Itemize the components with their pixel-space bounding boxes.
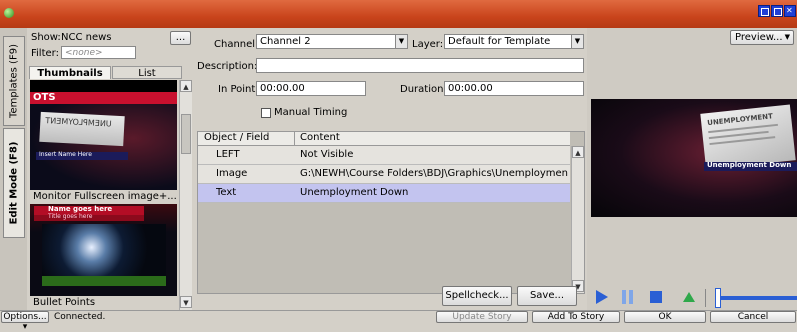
save-button[interactable]: Save... xyxy=(517,286,577,306)
tab-thumbnails[interactable]: Thumbnails xyxy=(29,66,111,79)
channel-select[interactable]: Channel 2 ▼ xyxy=(256,34,408,49)
filter-label: Filter: xyxy=(31,48,59,59)
grid-header-field: Object / Field xyxy=(204,132,270,143)
preview-button[interactable]: Preview... ▼ xyxy=(730,30,794,45)
channel-select-value: Channel 2 xyxy=(260,36,311,47)
tab-list[interactable]: List xyxy=(112,66,182,79)
tab-edit-mode[interactable]: Edit Mode (F8) xyxy=(3,128,25,238)
tab-edit-mode-label: Edit Mode (F8) xyxy=(8,141,20,225)
thumbnail-ots[interactable]: UNEMPLOYMENT Insert Name Here xyxy=(30,104,177,190)
row-field: Text xyxy=(216,187,237,198)
preview-paper: UNEMPLOYMENT xyxy=(700,104,796,170)
ok-button[interactable]: OK xyxy=(624,311,706,323)
grid-header: Object / Field Content xyxy=(198,132,570,146)
pause-icon[interactable] xyxy=(621,290,635,304)
cancel-button[interactable]: Cancel xyxy=(710,311,796,323)
title-bar xyxy=(0,0,797,28)
table-row[interactable]: LEFT Not Visible xyxy=(198,146,570,165)
layer-select-value: Default for Template xyxy=(448,36,551,47)
thumbnail-scrollbar[interactable]: ▲ ▼ xyxy=(179,80,192,310)
show-value: NCC news xyxy=(61,32,112,43)
view-tabs: Thumbnails List xyxy=(29,66,183,79)
table-row[interactable]: Image G:\NEWH\Course Folders\BDJ\Graphic… xyxy=(198,165,570,184)
thumb-monitor-earth-image xyxy=(42,224,166,286)
row-content: Unemployment Down xyxy=(300,187,409,198)
duration-input[interactable]: 00:00.00 xyxy=(444,81,584,96)
scroll-up-arrow-icon[interactable]: ▲ xyxy=(180,80,192,92)
options-button-label: Options... xyxy=(3,312,47,322)
thumbnail-list: OTS UNEMPLOYMENT Insert Name Here Monito… xyxy=(30,80,177,310)
thumb-monitor-caption: Monitor Fullscreen image+... xyxy=(33,191,177,202)
tab-templates[interactable]: Templates (F9) xyxy=(3,36,25,126)
show-label: Show: xyxy=(31,32,61,43)
take-icon[interactable] xyxy=(683,292,697,306)
thumb-ots-header: OTS xyxy=(30,92,177,104)
layer-select[interactable]: Default for Template ▼ xyxy=(444,34,584,49)
description-label: Description: xyxy=(197,61,258,72)
preview-image: UNEMPLOYMENT Unemployment Down xyxy=(591,99,797,217)
row-content: G:\NEWH\Course Folders\BDJ\Graphics\Unem… xyxy=(300,168,568,179)
add-to-story-button[interactable]: Add To Story xyxy=(532,311,620,323)
fields-grid: Object / Field Content LEFT Not Visible … xyxy=(197,131,585,294)
scroll-down-arrow-icon[interactable]: ▼ xyxy=(180,296,192,308)
spellcheck-button[interactable]: Spellcheck... xyxy=(442,286,512,306)
layer-label: Layer: xyxy=(412,39,444,50)
thumb-ots-label: OTS xyxy=(33,92,56,103)
duration-label: Duration: xyxy=(400,84,447,95)
tab-templates-label: Templates (F9) xyxy=(8,44,20,118)
row-content: Not Visible xyxy=(300,149,354,160)
side-tab-strip: Templates (F9) Edit Mode (F8) xyxy=(0,28,27,310)
timeline-slider-thumb[interactable] xyxy=(715,288,721,308)
stop-icon[interactable] xyxy=(649,290,663,304)
grid-header-content: Content xyxy=(300,132,340,143)
channel-dropdown-arrow-icon[interactable]: ▼ xyxy=(395,35,407,48)
thumb-ots-mirrored-title: UNEMPLOYMENT xyxy=(45,116,112,129)
options-button[interactable]: Options... ▾ xyxy=(1,311,49,332)
channel-label: Channel: xyxy=(214,39,259,50)
description-input[interactable] xyxy=(256,58,584,73)
preview-panel: Preview... ▼ UNEMPLOYMENT Unemployment D… xyxy=(587,28,797,310)
thumb-bullet-caption: Bullet Points xyxy=(33,297,96,308)
template-browser: Show: NCC news ... Filter: <none> Thumbn… xyxy=(27,28,194,310)
row-field: LEFT xyxy=(216,149,240,160)
layer-dropdown-arrow-icon[interactable]: ▼ xyxy=(571,35,583,48)
show-browse-button[interactable]: ... xyxy=(170,31,191,45)
app-icon xyxy=(4,8,14,18)
preview-button-label: Preview... xyxy=(735,32,783,43)
grid-scrollbar[interactable]: ▲ ▼ xyxy=(571,146,584,293)
inpoint-input[interactable]: 00:00.00 xyxy=(256,81,366,96)
thumb-monitor-subtitle-bar: Title goes here xyxy=(34,213,144,221)
thumb-caption-row: Monitor Fullscreen image+... xyxy=(30,190,177,204)
close-button[interactable] xyxy=(784,5,796,17)
edit-form: Channel: Channel 2 ▼ Layer: Default for … xyxy=(194,28,587,310)
maximize-button[interactable] xyxy=(771,5,783,17)
play-icon[interactable] xyxy=(595,290,609,304)
thumb-bullet-row: Bullet Points xyxy=(30,296,177,310)
connection-status: Connected. xyxy=(54,312,106,322)
inpoint-label: In Point: xyxy=(218,84,259,95)
thumb-monitor-subtitle: Title goes here xyxy=(48,213,93,220)
timeline-slider[interactable] xyxy=(715,296,797,300)
thumbnail-monitor-fullscreen[interactable]: Name goes here Title goes here xyxy=(30,204,177,298)
preview-lower-third-text: Unemployment Down xyxy=(707,161,792,169)
thumb-monitor-title: Name goes here xyxy=(48,205,113,213)
manual-timing-checkbox[interactable] xyxy=(261,108,271,118)
minimize-button[interactable] xyxy=(758,5,770,17)
update-story-button[interactable]: Update Story xyxy=(436,311,528,323)
row-field: Image xyxy=(216,168,248,179)
thumb-ots-lower-text: Insert Name Here xyxy=(39,151,92,158)
preview-lower-third: Unemployment Down xyxy=(704,161,797,171)
thumb-ots-paper: UNEMPLOYMENT xyxy=(39,111,125,147)
preview-dropdown-icon: ▼ xyxy=(784,33,790,41)
thumb-ots-lower-third: Insert Name Here xyxy=(36,151,128,160)
filter-input[interactable]: <none> xyxy=(61,46,136,59)
table-row-selected[interactable]: Text Unemployment Down xyxy=(198,184,570,203)
manual-timing-label: Manual Timing xyxy=(274,107,348,118)
status-bar: Options... ▾ Connected. Update Story Add… xyxy=(0,310,797,332)
grid-scroll-up-icon[interactable]: ▲ xyxy=(572,146,584,158)
scroll-thumb[interactable] xyxy=(181,114,191,154)
